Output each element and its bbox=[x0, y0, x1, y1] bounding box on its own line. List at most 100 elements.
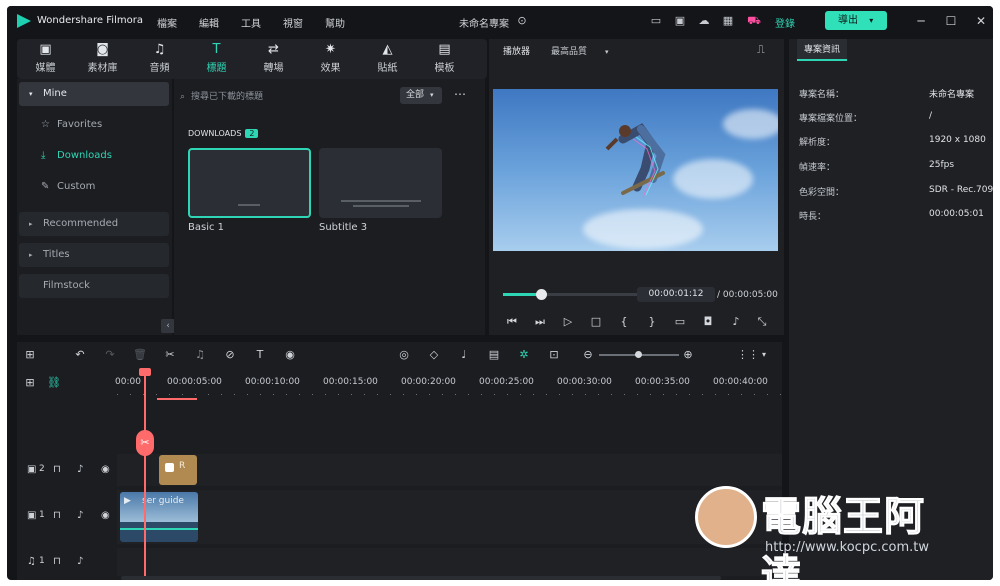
sidebar-item-favorites[interactable]: ☆ Favorites bbox=[19, 113, 169, 137]
menu-tools[interactable]: 工具 bbox=[241, 15, 261, 30]
section-heading: DOWNLOADS 2 bbox=[188, 129, 259, 138]
playback-progress[interactable] bbox=[503, 289, 643, 300]
eye-icon[interactable]: ◉ bbox=[101, 510, 110, 521]
chevron-down-icon: ▾ bbox=[605, 48, 609, 56]
voiceover-icon[interactable]: ▤ bbox=[487, 348, 501, 362]
next-frame-icon[interactable]: ⏭ bbox=[533, 315, 547, 329]
tab-effects[interactable]: ✷ 效果 bbox=[302, 39, 359, 79]
tab-media[interactable]: ▣ 媒體 bbox=[17, 39, 74, 79]
timeline-scrollbar[interactable] bbox=[121, 576, 721, 580]
waveform-icon[interactable]: ⎍ bbox=[757, 43, 765, 57]
prev-frame-icon[interactable]: ⏮ bbox=[505, 315, 519, 329]
collapse-sidebar-icon[interactable]: ‹ bbox=[161, 319, 175, 333]
video-clip[interactable]: ▶ ser guide bbox=[120, 492, 198, 542]
speaker-icon[interactable]: ♪ bbox=[77, 464, 83, 475]
title-icon: T bbox=[212, 42, 221, 57]
lock-icon[interactable]: ⊓ bbox=[53, 510, 61, 521]
thumbnail-text-line bbox=[341, 200, 421, 202]
title-thumbnail-subtitle[interactable] bbox=[319, 148, 442, 218]
track-header-audio: ♫ 1 ⊓ ♪ bbox=[17, 550, 117, 580]
pip-icon[interactable]: ⊡ bbox=[547, 348, 561, 362]
crop-icon[interactable]: ⊘ bbox=[223, 348, 237, 362]
chevron-down-icon[interactable]: ▾ bbox=[757, 348, 771, 362]
zoom-in-icon[interactable]: ⊕ bbox=[681, 348, 695, 362]
column-layout-icon[interactable]: ⋮⋮ bbox=[737, 348, 759, 362]
menu-view[interactable]: 視窗 bbox=[283, 15, 303, 30]
sidebar-item-custom[interactable]: ✎ Custom bbox=[19, 175, 169, 199]
tab-templates[interactable]: ▤ 模板 bbox=[416, 39, 473, 79]
title-clip[interactable]: R bbox=[159, 455, 197, 485]
delete-icon[interactable]: 🗑 bbox=[133, 348, 147, 362]
mark-out-icon[interactable]: } bbox=[645, 315, 659, 329]
volume-icon[interactable]: ♪ bbox=[729, 315, 743, 329]
lock-icon[interactable]: ⊓ bbox=[53, 464, 61, 475]
tab-project-info[interactable]: 專案資訊 bbox=[797, 39, 847, 61]
sidebar-item-downloads[interactable]: ⤓ Downloads bbox=[19, 144, 169, 168]
zoom-out-icon[interactable]: ⊖ bbox=[581, 348, 595, 362]
effects-icon: ✷ bbox=[325, 42, 336, 57]
title-thumbnail-basic[interactable] bbox=[188, 148, 311, 218]
minimize-icon[interactable]: ─ bbox=[913, 13, 929, 29]
speaker-icon[interactable]: ♪ bbox=[77, 556, 83, 567]
display-icon[interactable]: ▭ bbox=[673, 315, 687, 329]
title-bar: Wondershare Filmora 檔案 編輯 工具 視窗 幫助 未命名專案… bbox=[7, 6, 993, 36]
play-icon[interactable]: ▷ bbox=[561, 315, 575, 329]
eye-icon[interactable]: ◉ bbox=[101, 464, 110, 475]
render-icon[interactable]: ◎ bbox=[397, 348, 411, 362]
close-icon[interactable]: ✕ bbox=[973, 13, 989, 29]
monitor-icon[interactable]: ▭ bbox=[649, 14, 663, 28]
watermark: 電腦王阿達 http://www.kocpc.com.tw bbox=[695, 476, 965, 580]
split-scissors-icon[interactable]: ✂ bbox=[136, 430, 154, 456]
color-icon[interactable]: ◉ bbox=[283, 348, 297, 362]
scissors-icon[interactable]: ✂ bbox=[163, 348, 177, 362]
tab-stickers[interactable]: ◭ 貼紙 bbox=[359, 39, 416, 79]
sidebar-item-mine[interactable]: ▾ Mine bbox=[19, 82, 169, 106]
export-button[interactable]: 導出 ▾ bbox=[825, 11, 887, 30]
link-icon[interactable]: ⛓ bbox=[47, 376, 61, 390]
audio-stretch-icon[interactable]: ♫ bbox=[193, 348, 207, 362]
mark-in-icon[interactable]: { bbox=[617, 315, 631, 329]
playhead[interactable] bbox=[144, 368, 146, 580]
menu-file[interactable]: 檔案 bbox=[157, 15, 177, 30]
marker-icon[interactable]: ◇ bbox=[427, 348, 441, 362]
filter-dropdown[interactable]: 全部 ▾ bbox=[400, 87, 442, 104]
tab-titles[interactable]: T 標題 bbox=[188, 39, 245, 79]
snapshot-icon[interactable]: ◘ bbox=[701, 315, 715, 329]
redo-icon[interactable]: ↷ bbox=[103, 348, 117, 362]
sidebar-item-recommended[interactable]: ▸ Recommended bbox=[19, 212, 169, 236]
tab-audio[interactable]: ♫ 音頻 bbox=[131, 39, 188, 79]
layout-grid-icon[interactable]: ⊞ bbox=[23, 348, 37, 362]
sidebar-item-label: Titles bbox=[43, 249, 70, 260]
cart-icon[interactable]: ⛟ bbox=[747, 14, 761, 28]
ruler-label: 00:00:25:00 bbox=[479, 377, 534, 387]
save-icon[interactable]: ▣ bbox=[673, 14, 687, 28]
stop-icon[interactable]: □ bbox=[589, 315, 603, 329]
add-track-icon[interactable]: ⊞ bbox=[23, 376, 37, 390]
sidebar-item-filmstock[interactable]: Filmstock bbox=[19, 274, 169, 298]
zoom-handle[interactable] bbox=[635, 351, 642, 358]
mic-icon[interactable]: ♩ bbox=[457, 348, 471, 362]
player-tab[interactable]: 播放器 bbox=[503, 44, 530, 57]
maximize-icon[interactable]: ☐ bbox=[943, 13, 959, 29]
quality-dropdown[interactable]: 最高品質 ▾ bbox=[551, 44, 609, 57]
playhead-handle[interactable] bbox=[139, 368, 151, 376]
tab-transitions[interactable]: ⇄ 轉場 bbox=[245, 39, 302, 79]
menu-edit[interactable]: 編輯 bbox=[199, 15, 219, 30]
cloud-upload-icon[interactable]: ☁ bbox=[697, 14, 711, 28]
sidebar-item-titles[interactable]: ▸ Titles bbox=[19, 243, 169, 267]
more-options-icon[interactable]: ⋯ bbox=[454, 87, 466, 101]
undo-icon[interactable]: ↶ bbox=[73, 348, 87, 362]
lock-icon[interactable]: ⊓ bbox=[53, 556, 61, 567]
progress-handle[interactable] bbox=[536, 289, 547, 300]
fullscreen-icon[interactable]: ⤡ bbox=[755, 315, 769, 329]
speaker-icon[interactable]: ♪ bbox=[77, 510, 83, 521]
menu-help[interactable]: 幫助 bbox=[325, 15, 345, 30]
play-clip-icon: ▶ bbox=[124, 496, 131, 506]
ai-snap-icon[interactable]: ✲ bbox=[517, 348, 531, 362]
tab-stock[interactable]: ◙ 素材庫 bbox=[74, 39, 131, 79]
timeline-ruler[interactable]: 00:00 00:00:05:00 00:00:10:00 00:00:15:0… bbox=[115, 368, 782, 400]
info-row: 幀速率： bbox=[799, 160, 989, 173]
apps-grid-icon[interactable]: ▦ bbox=[721, 14, 735, 28]
login-button[interactable]: 登錄 bbox=[775, 15, 795, 30]
text-icon[interactable]: T bbox=[253, 348, 267, 362]
